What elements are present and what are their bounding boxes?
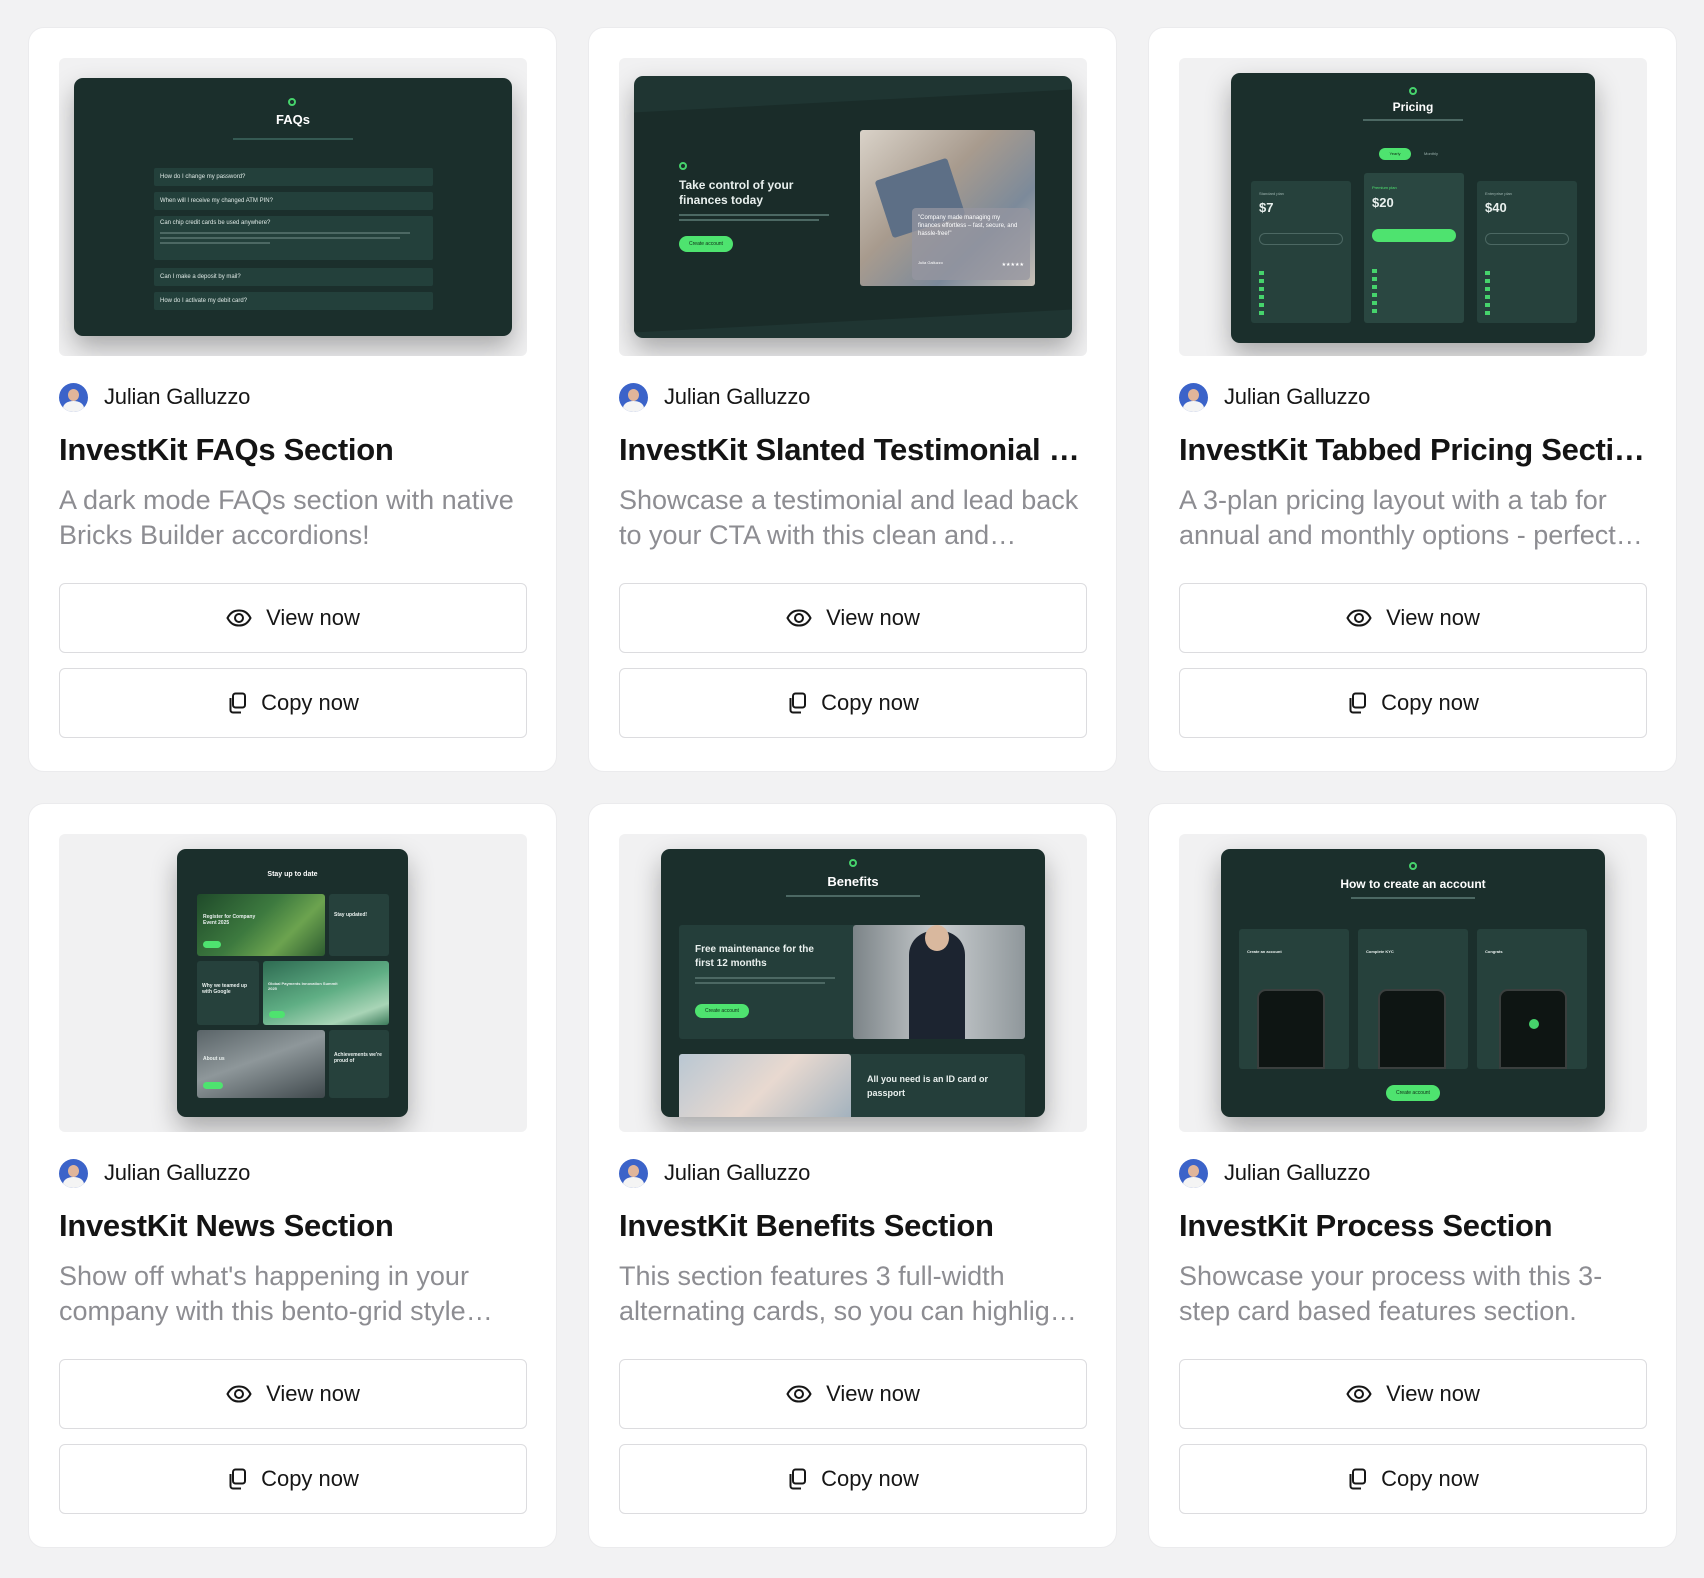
copy-now-button[interactable]: Copy now <box>1179 1444 1647 1514</box>
avatar <box>59 1158 88 1188</box>
author[interactable]: Julian Galluzzo <box>1179 1158 1646 1188</box>
copy-now-button[interactable]: Copy now <box>59 1444 527 1514</box>
view-now-button[interactable]: View now <box>59 583 527 653</box>
template-card: Take control of your finances today Crea… <box>588 27 1117 772</box>
author[interactable]: Julian Galluzzo <box>59 382 526 412</box>
card-description: A dark mode FAQs section with native Bri… <box>59 485 514 550</box>
view-now-button[interactable]: View now <box>619 583 1087 653</box>
preview-thumbnail[interactable]: Pricing Yearly Monthly Standard plan $7 … <box>1179 58 1647 356</box>
eye-icon <box>1346 609 1372 627</box>
avatar <box>619 1158 648 1188</box>
author-name: Julian Galluzzo <box>664 384 811 409</box>
copy-icon <box>229 1468 247 1490</box>
eye-icon <box>226 609 252 627</box>
card-title[interactable]: InvestKit Benefits Section <box>619 1206 1086 1246</box>
view-now-button[interactable]: View now <box>619 1359 1087 1429</box>
eye-icon <box>786 1385 812 1403</box>
copy-icon <box>789 692 807 714</box>
author-name: Julian Galluzzo <box>664 1160 811 1185</box>
card-title[interactable]: InvestKit Process Section <box>1179 1206 1646 1246</box>
eye-icon <box>1346 1385 1372 1403</box>
view-now-button[interactable]: View now <box>1179 583 1647 653</box>
copy-icon <box>789 1468 807 1490</box>
card-description: Show off what's happening in your compan… <box>59 1261 469 1326</box>
card-description: This section features 3 full-width alter… <box>619 1261 1073 1326</box>
template-card: Pricing Yearly Monthly Standard plan $7 … <box>1148 27 1677 772</box>
eye-icon <box>786 609 812 627</box>
copy-now-button[interactable]: Copy now <box>59 668 527 738</box>
avatar <box>1179 382 1208 412</box>
card-description: A 3-plan pricing layout with a tab for a… <box>1179 485 1616 550</box>
preview-screenshot: Stay up to date Register for Company Eve… <box>177 849 408 1117</box>
preview-screenshot: How to create an account Create an accou… <box>1221 849 1605 1117</box>
preview-screenshot: Take control of your finances today Crea… <box>634 76 1072 338</box>
preview-screenshot: Pricing Yearly Monthly Standard plan $7 … <box>1231 73 1595 343</box>
avatar <box>59 382 88 412</box>
author-name: Julian Galluzzo <box>1224 384 1371 409</box>
author[interactable]: Julian Galluzzo <box>619 382 1086 412</box>
card-description: Showcase your process with this 3-step c… <box>1179 1261 1603 1326</box>
author[interactable]: Julian Galluzzo <box>619 1158 1086 1188</box>
author[interactable]: Julian Galluzzo <box>59 1158 526 1188</box>
preview-thumbnail[interactable]: Stay up to date Register for Company Eve… <box>59 834 527 1132</box>
template-card: FAQs How do I change my password? When w… <box>28 27 557 772</box>
card-title[interactable]: InvestKit FAQs Section <box>59 430 526 470</box>
avatar <box>619 382 648 412</box>
card-title[interactable]: InvestKit News Section <box>59 1206 526 1246</box>
author-name: Julian Galluzzo <box>104 384 251 409</box>
avatar <box>1179 1158 1208 1188</box>
author-name: Julian Galluzzo <box>1224 1160 1371 1185</box>
copy-now-button[interactable]: Copy now <box>619 1444 1087 1514</box>
view-now-button[interactable]: View now <box>1179 1359 1647 1429</box>
card-title[interactable]: InvestKit Slanted Testimonial Section <box>619 430 1086 470</box>
template-card: Stay up to date Register for Company Eve… <box>28 803 557 1548</box>
preview-screenshot: Benefits Free maintenance for the first … <box>661 849 1045 1117</box>
view-now-button[interactable]: View now <box>59 1359 527 1429</box>
preview-thumbnail[interactable]: How to create an account Create an accou… <box>1179 834 1647 1132</box>
template-card: Benefits Free maintenance for the first … <box>588 803 1117 1548</box>
template-card: How to create an account Create an accou… <box>1148 803 1677 1548</box>
author[interactable]: Julian Galluzzo <box>1179 382 1646 412</box>
eye-icon <box>226 1385 252 1403</box>
copy-icon <box>1349 1468 1367 1490</box>
card-grid: FAQs How do I change my password? When w… <box>28 27 1677 1548</box>
preview-screenshot: FAQs How do I change my password? When w… <box>74 78 512 336</box>
copy-now-button[interactable]: Copy now <box>1179 668 1647 738</box>
card-title[interactable]: InvestKit Tabbed Pricing Section <box>1179 430 1646 470</box>
copy-icon <box>1349 692 1367 714</box>
preview-thumbnail[interactable]: Benefits Free maintenance for the first … <box>619 834 1087 1132</box>
copy-now-button[interactable]: Copy now <box>619 668 1087 738</box>
preview-thumbnail[interactable]: FAQs How do I change my password? When w… <box>59 58 527 356</box>
preview-thumbnail[interactable]: Take control of your finances today Crea… <box>619 58 1087 356</box>
card-description: Showcase a testimonial and lead back to … <box>619 485 1079 550</box>
author-name: Julian Galluzzo <box>104 1160 251 1185</box>
copy-icon <box>229 692 247 714</box>
